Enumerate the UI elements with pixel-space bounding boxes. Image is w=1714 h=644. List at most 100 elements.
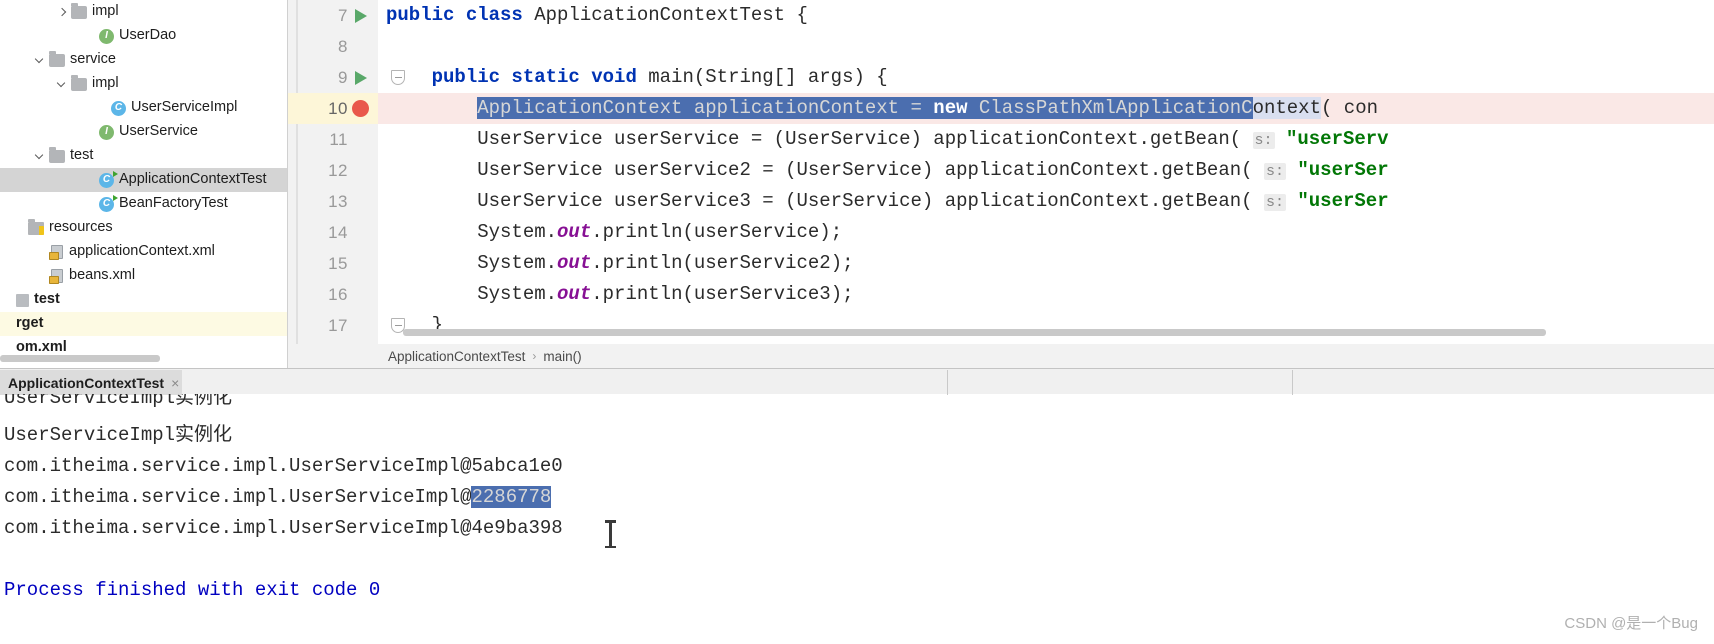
run-tab-bar: ApplicationContextTest × [0, 368, 1714, 395]
code-token: out [557, 283, 592, 305]
breakpoint-icon[interactable] [352, 100, 369, 117]
breadcrumb-class[interactable]: ApplicationContextTest [388, 349, 525, 364]
code-line-text: System.out.println(userService3); [386, 283, 853, 305]
code-token: ( con [1320, 97, 1378, 119]
resources-folder-icon [28, 218, 44, 235]
console-text: com.itheima.service.impl.UserServiceImpl… [4, 455, 472, 477]
folder-icon [71, 2, 87, 19]
console-text: com.itheima.service.impl.UserServiceImpl… [4, 517, 472, 539]
tree-item-impl[interactable]: impl [0, 72, 288, 96]
line-number: 16 [328, 285, 348, 304]
chevron-down-icon[interactable] [55, 78, 68, 91]
tree-item-rget[interactable]: rget [0, 312, 288, 336]
console-line: UserServiceImpl实例化 [4, 394, 232, 409]
console-text: UserServiceImpl实例化 [4, 394, 233, 409]
code-line-13[interactable]: 13 UserService userService3 = (UserServi… [288, 186, 1714, 217]
code-line-11[interactable]: 11 UserService userService = (UserServic… [288, 124, 1714, 155]
line-number: 15 [328, 254, 348, 273]
code-line-17[interactable]: 17 } [288, 310, 1714, 341]
code-token: ontext [1252, 97, 1321, 119]
code-line-text: ApplicationContext applicationContext = … [386, 97, 1378, 119]
code-token: main(String[] args) { [648, 66, 888, 88]
tree-item-resources[interactable]: resources [0, 216, 288, 240]
code-line-10[interactable]: 10 ApplicationContext applicationContext… [288, 93, 1714, 124]
code-token: System. [386, 283, 558, 305]
tree-item-impl[interactable]: impl [0, 0, 288, 24]
code-lines[interactable]: 7 public class ApplicationContextTest { 8 9… [288, 0, 1714, 344]
code-line-8[interactable]: 8 [288, 31, 1714, 62]
code-line-7[interactable]: 7 public class ApplicationContextTest { [288, 0, 1714, 31]
code-token: ApplicationContextTest [534, 4, 797, 26]
text-cursor-icon [605, 520, 616, 548]
console-line: UserServiceImpl实例化 [4, 425, 232, 446]
code-token: out [557, 221, 592, 243]
line-number: 8 [338, 37, 348, 56]
code-token: s: [1252, 132, 1275, 149]
run-gutter-icon[interactable] [355, 9, 367, 23]
console-line: com.itheima.service.impl.UserServiceImpl… [4, 486, 552, 508]
console-output[interactable]: UserServiceImpl实例化 UserServiceImpl实例化 com.… [0, 394, 1714, 644]
project-tree-horizontal-scrollbar[interactable] [0, 355, 160, 362]
code-line-14[interactable]: 14 System.out.println(userService); [288, 217, 1714, 248]
code-token: public static void [431, 66, 649, 88]
code-token: out [557, 252, 592, 274]
tree-item-userserviceimpl[interactable]: C UserServiceImpl [0, 96, 288, 120]
run-tool-window: ApplicationContextTest × UserServiceImpl… [0, 368, 1714, 644]
code-token: "userSer [1297, 190, 1389, 212]
tree-item-userservice[interactable]: I UserService [0, 120, 288, 144]
tree-item-label: UserService [119, 123, 198, 140]
interface-icon: I [99, 124, 114, 140]
tree-item-userdao[interactable]: I UserDao [0, 24, 288, 48]
breadcrumb-method[interactable]: main() [543, 349, 581, 364]
tree-item-label: resources [49, 219, 113, 236]
code-line-9[interactable]: 9 public static void main(String[] args)… [288, 62, 1714, 93]
code-line-16[interactable]: 16 System.out.println(userService3); [288, 279, 1714, 310]
code-token: { [796, 4, 808, 26]
close-icon[interactable]: × [171, 376, 179, 390]
tree-item-test[interactable]: test [0, 144, 288, 168]
editor-horizontal-scrollbar[interactable] [403, 329, 1546, 336]
tree-item-label: rget [16, 315, 44, 332]
folder-icon [49, 146, 65, 163]
code-editor[interactable]: 7 public class ApplicationContextTest { 8 9… [288, 0, 1714, 368]
tree-item-applicationcontexttest[interactable]: C ApplicationContextTest [0, 168, 288, 192]
code-token: System. [386, 252, 558, 274]
chevron-down-icon[interactable] [33, 150, 46, 163]
tree-item-label: om.xml [16, 339, 67, 356]
chevron-right-icon[interactable] [55, 6, 68, 19]
code-token: new [933, 97, 979, 119]
xml-file-icon [49, 268, 64, 284]
run-gutter-icon[interactable] [355, 71, 367, 85]
project-tree-panel[interactable]: impl I UserDao service impl C UserServiceImpl I… [0, 0, 288, 368]
code-line-12[interactable]: 12 UserService userService2 = (UserServi… [288, 155, 1714, 186]
folder-icon [49, 50, 65, 67]
console-hash: 4e9ba398 [471, 517, 563, 539]
tree-item-service[interactable]: service [0, 48, 288, 72]
tree-item-beans-xml[interactable]: beans.xml [0, 264, 288, 288]
chevron-down-icon[interactable] [33, 54, 46, 67]
tree-item-test[interactable]: test [0, 288, 288, 312]
tree-item-applicationcontext-xml[interactable]: applicationContext.xml [0, 240, 288, 264]
tree-item-label: UserServiceImpl [131, 99, 238, 116]
run-tab-applicationcontexttest[interactable]: ApplicationContextTest × [0, 370, 182, 395]
tree-item-beanfactorytest[interactable]: C BeanFactoryTest [0, 192, 288, 216]
code-line-15[interactable]: 15 System.out.println(userService2); [288, 248, 1714, 279]
code-token: .println(userService); [591, 221, 843, 243]
line-number: 7 [338, 6, 348, 25]
console-text: com.itheima.service.impl.UserServiceImpl… [4, 486, 472, 508]
code-line-text: public class ApplicationContextTest { [386, 5, 808, 26]
code-token: "userSer [1297, 159, 1389, 181]
line-number: 14 [328, 223, 348, 242]
runnable-class-icon: C [99, 194, 118, 212]
